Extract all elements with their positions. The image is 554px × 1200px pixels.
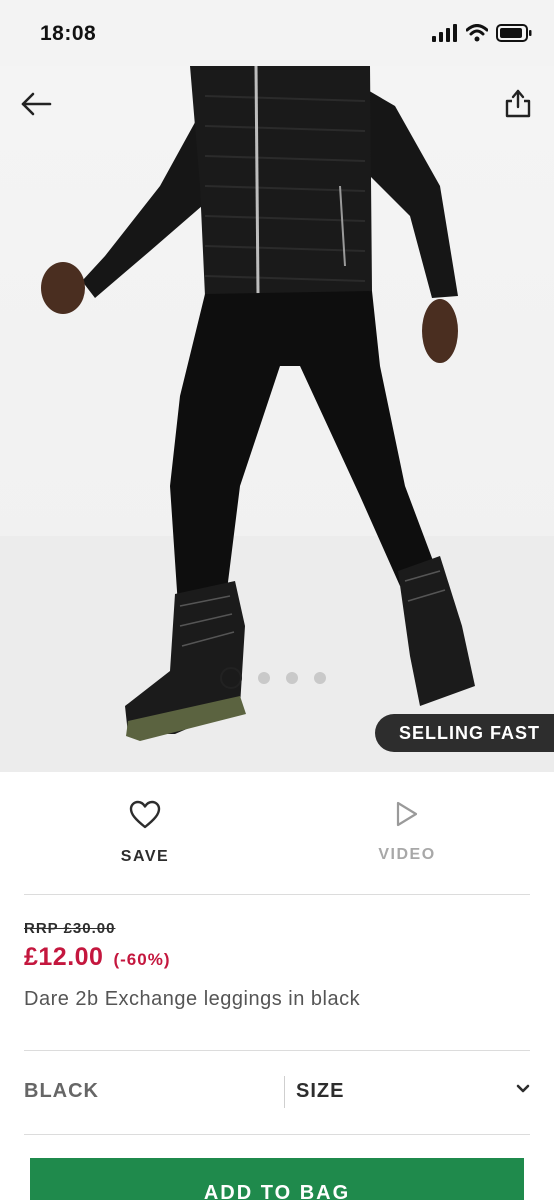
add-to-bag-button[interactable]: ADD TO BAG [30,1158,524,1200]
product-title: Dare 2b Exchange leggings in black [24,988,361,1010]
rrp-price: RRP £30.00 [24,920,116,937]
current-price: £12.00 [24,943,104,971]
size-label: SIZE [296,1080,345,1102]
wifi-icon [466,24,488,42]
back-arrow-icon[interactable] [20,90,52,118]
carousel-indicator[interactable] [220,667,326,689]
chevron-down-icon [516,1084,530,1093]
option-separator [284,1076,285,1108]
divider [24,1050,530,1051]
share-icon[interactable] [504,86,532,118]
signal-icon [432,24,457,42]
carousel-dot-active[interactable] [220,667,242,689]
battery-icon [496,24,532,42]
colour-value: BLACK [24,1080,99,1102]
divider [24,1134,530,1135]
video-button[interactable]: VIDEO [347,800,467,864]
carousel-dot[interactable] [286,672,298,684]
size-dropdown[interactable]: SIZE [296,1070,534,1114]
save-button[interactable]: SAVE [85,800,205,866]
discount-badge: (-60%) [113,950,171,969]
action-row: SAVE VIDEO [0,772,554,894]
status-bar: 18:08 [0,0,554,66]
carousel-dot[interactable] [314,672,326,684]
video-label: VIDEO [378,846,436,863]
status-icons [432,24,532,42]
product-image[interactable]: SELLING FAST [0,66,554,772]
selling-fast-badge: SELLING FAST [374,714,554,752]
divider [24,894,530,895]
carousel-dot[interactable] [258,672,270,684]
play-icon [396,801,418,827]
status-time: 18:08 [40,22,97,45]
heart-icon [129,800,161,829]
price-row: £12.00 (-60%) [24,943,170,972]
save-label: SAVE [120,848,170,865]
